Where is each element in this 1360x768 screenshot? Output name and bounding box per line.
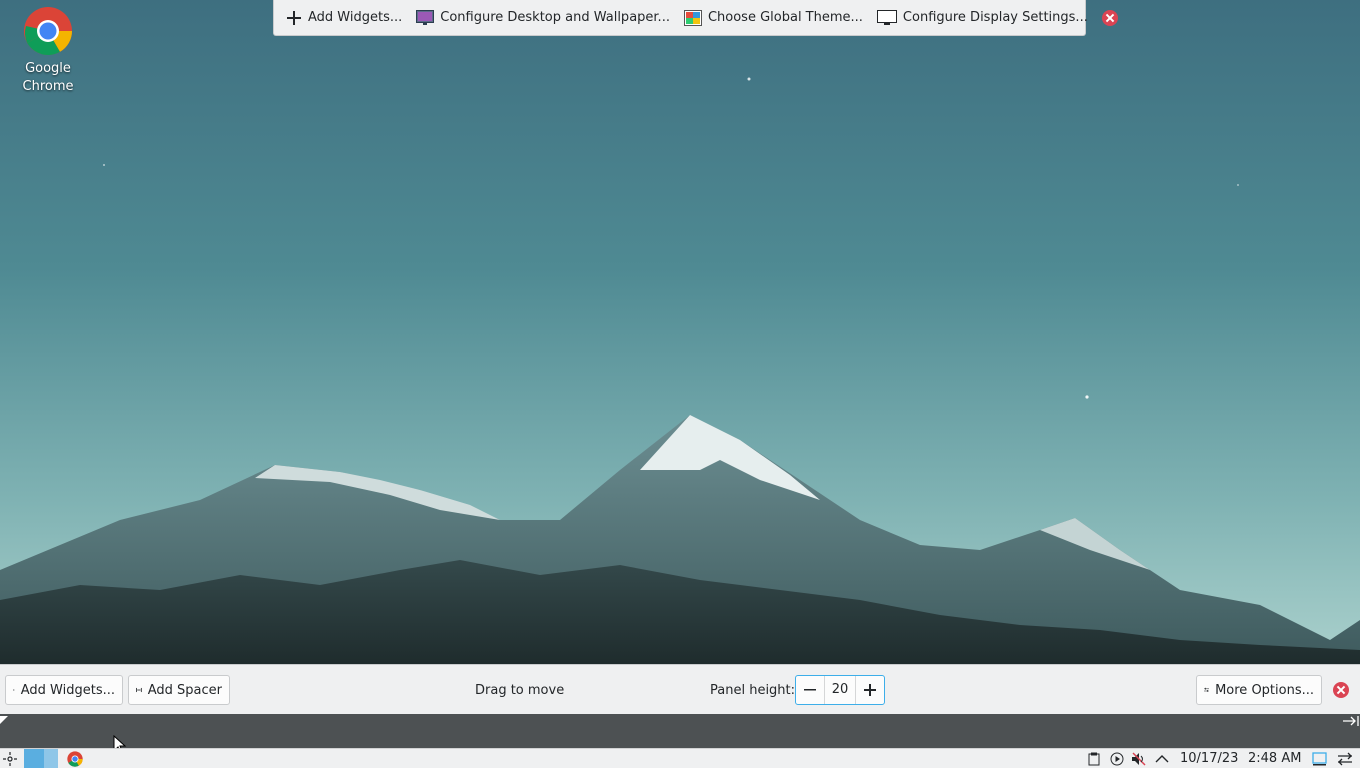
chrome-icon: [67, 751, 83, 767]
monitor-icon: [876, 9, 897, 25]
launcher-icon: [3, 752, 17, 766]
decrease-button[interactable]: [796, 676, 824, 704]
wallpaper-icon: [416, 9, 435, 25]
expand-tray-chevron-up-icon[interactable]: [1155, 751, 1169, 767]
ruler-right-arrow-icon[interactable]: [1343, 716, 1359, 726]
ruler-left-handle-icon[interactable]: [0, 716, 8, 724]
close-icon[interactable]: [1101, 9, 1118, 26]
desktop-toolbar: Add Widgets... Configure Desktop and Wal…: [273, 0, 1118, 36]
task-google-chrome[interactable]: [67, 751, 83, 767]
pager-desktop-icon: [24, 749, 58, 768]
plus-icon: [13, 689, 15, 691]
configure-display-button[interactable]: Configure Display Settings...: [876, 9, 1088, 26]
desktop-icon-label: Google Chrome: [22, 61, 74, 94]
desktop-icon-google-chrome[interactable]: Google Chrome: [6, 6, 90, 96]
panel-add-widgets-button[interactable]: Add Widgets...: [5, 675, 123, 705]
panel-height-label: Panel height:: [710, 683, 796, 698]
panel-ruler[interactable]: [0, 714, 1360, 755]
theme-icon: [683, 9, 702, 26]
taskbar: 10/17/23 2:48 AM: [0, 748, 1360, 768]
desktop-wallpaper: [0, 0, 1360, 768]
close-panel-edit-icon[interactable]: [1333, 682, 1349, 698]
minus-icon: [804, 689, 816, 691]
panel-configure-icon[interactable]: [1337, 751, 1353, 767]
add-widgets-button[interactable]: Add Widgets...: [286, 10, 402, 26]
drag-to-move-label[interactable]: Drag to move: [475, 683, 564, 698]
clipboard-icon[interactable]: [1088, 751, 1100, 767]
pager-desktop-1[interactable]: [24, 749, 58, 768]
volume-muted-icon[interactable]: [1131, 751, 1147, 767]
add-spacer-button[interactable]: Add Spacer: [128, 675, 230, 705]
plus-icon: [287, 10, 301, 25]
more-options-button[interactable]: More Options...: [1196, 675, 1322, 705]
settings-sliders-icon: [1204, 687, 1210, 692]
increase-button[interactable]: [856, 676, 884, 704]
application-launcher[interactable]: [2, 751, 18, 767]
choose-global-theme-button[interactable]: Choose Global Theme...: [683, 9, 863, 26]
clock-date[interactable]: 10/17/23: [1180, 751, 1238, 767]
panel-height-spinbox[interactable]: 20: [795, 675, 885, 705]
media-player-icon[interactable]: [1110, 751, 1124, 767]
chrome-icon: [23, 6, 73, 56]
show-desktop-icon[interactable]: [1312, 751, 1328, 767]
clock-time[interactable]: 2:48 AM: [1248, 751, 1301, 767]
mountain-illustration: [0, 77, 1360, 664]
panel-edit-toolbar: Add Widgets... Add Spacer Drag to move P…: [0, 664, 1360, 714]
panel-height-value[interactable]: 20: [824, 676, 856, 704]
spacer-icon: [136, 687, 142, 693]
plus-icon: [864, 684, 876, 696]
configure-desktop-button[interactable]: Configure Desktop and Wallpaper...: [416, 9, 670, 26]
